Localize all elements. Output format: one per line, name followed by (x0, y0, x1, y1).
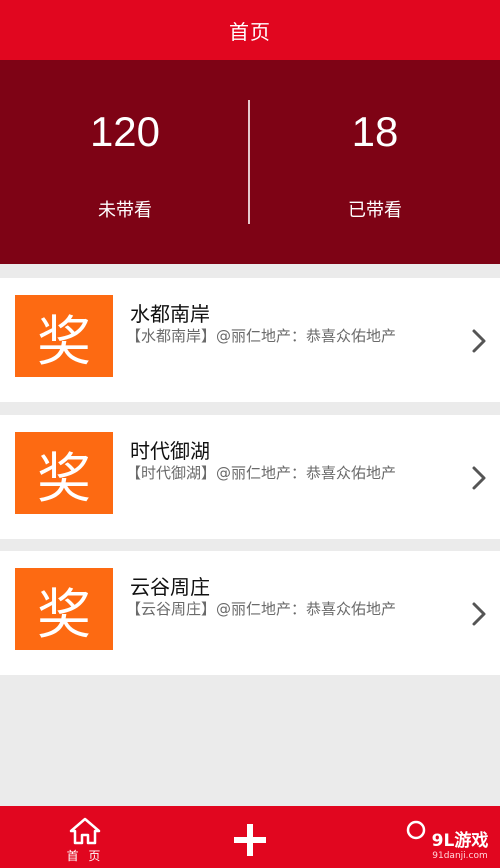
reward-badge-icon: 奖 (15, 568, 113, 650)
add-button[interactable] (230, 820, 270, 860)
project-description: 【时代御湖】@丽仁地产：恭喜众佑地产 (126, 464, 397, 482)
top-navigation-bar: 首页 (0, 0, 500, 60)
tab-home[interactable]: 首 页 (60, 816, 110, 868)
watermark-logo: 9L游戏 91danji.com (420, 826, 500, 868)
chevron-right-icon (472, 466, 486, 490)
plus-icon (234, 824, 266, 856)
chevron-right-icon (472, 329, 486, 353)
tab-home-label: 首 页 (66, 849, 104, 863)
page-title: 首页 (229, 19, 271, 44)
stat-not-viewed-label: 未带看 (98, 200, 152, 221)
project-description: 【云谷周庄】@丽仁地产：恭喜众佑地产 (126, 600, 397, 618)
project-name: 水都南岸 (130, 302, 210, 326)
watermark-main: 9L游戏 (431, 831, 489, 851)
stat-viewed[interactable]: 18 已带看 (250, 60, 500, 264)
project-name: 云谷周庄 (130, 575, 210, 599)
list-item[interactable]: 奖 时代御湖 【时代御湖】@丽仁地产：恭喜众佑地产 (0, 415, 500, 539)
watermark-sub: 91danji.com (432, 851, 488, 861)
list-item[interactable]: 奖 云谷周庄 【云谷周庄】@丽仁地产：恭喜众佑地产 (0, 551, 500, 675)
reward-badge-icon: 奖 (15, 432, 113, 514)
stat-viewed-count: 18 (351, 108, 399, 155)
reward-badge-icon: 奖 (15, 295, 113, 377)
chevron-right-icon (472, 602, 486, 626)
stat-not-viewed-count: 120 (89, 108, 161, 155)
list-item[interactable]: 奖 水都南岸 【水都南岸】@丽仁地产：恭喜众佑地产 (0, 278, 500, 402)
stat-viewed-label: 已带看 (348, 200, 402, 221)
stats-panel: 120 未带看 18 已带看 (0, 60, 500, 264)
project-name: 时代御湖 (130, 439, 210, 463)
home-icon (69, 817, 101, 845)
stat-not-viewed[interactable]: 120 未带看 (0, 60, 250, 264)
project-description: 【水都南岸】@丽仁地产：恭喜众佑地产 (126, 327, 397, 345)
